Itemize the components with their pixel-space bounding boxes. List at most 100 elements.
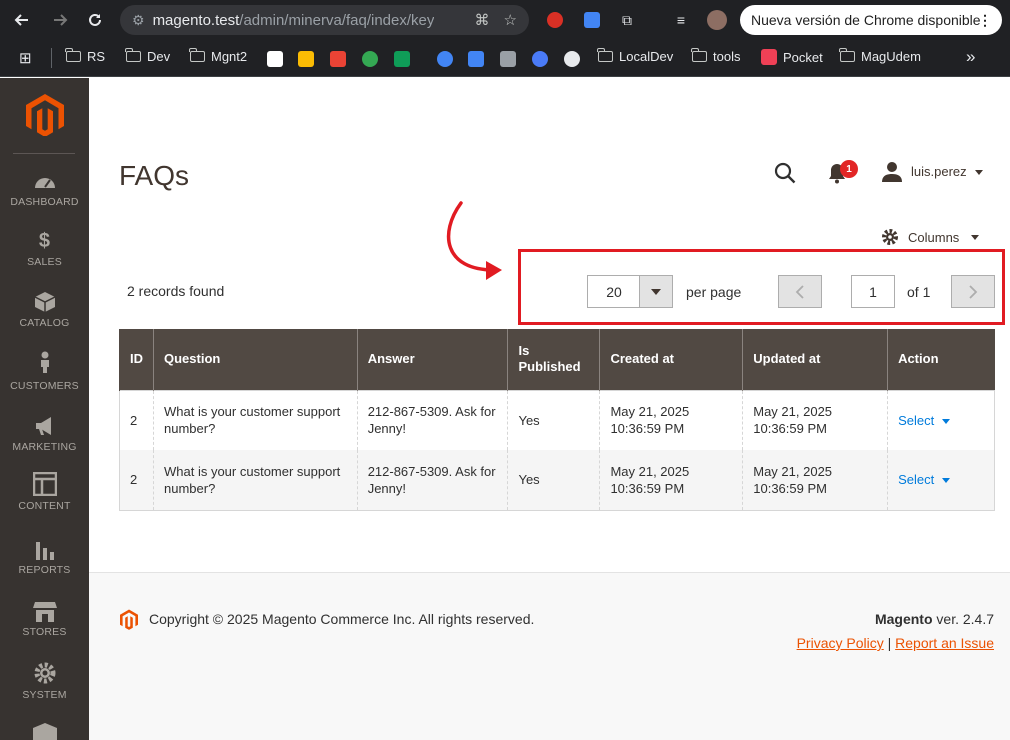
bookmark-divider — [51, 48, 52, 68]
column-header-created-at[interactable]: Created at — [599, 329, 743, 390]
url-host: magento.test — [152, 11, 240, 29]
columns-dropdown[interactable]: Columns — [881, 228, 980, 246]
star-bookmark-icon[interactable] — [532, 51, 548, 67]
translate-bookmark-icon[interactable] — [468, 51, 484, 67]
extension-translate-icon[interactable] — [581, 9, 603, 31]
back-button[interactable] — [8, 6, 36, 34]
column-header-answer[interactable]: Answer — [356, 329, 508, 390]
cell-question: What is your customer support number? — [153, 450, 358, 510]
gear-icon — [882, 229, 898, 245]
more-menu-icon[interactable]: ⋮ — [978, 12, 992, 29]
extensions-puzzle-icon[interactable]: ⧉ — [616, 9, 638, 31]
cell-id: 2 — [119, 450, 154, 510]
bookmark-localdev[interactable]: LocalDev — [597, 48, 673, 64]
sidebar-item-customers[interactable]: CUSTOMERS — [0, 348, 89, 392]
tools-bookmark-icon[interactable] — [500, 51, 516, 67]
back-arrow-icon — [14, 14, 28, 26]
sidebar-item-reports[interactable]: REPORTS — [0, 538, 89, 576]
bookmark-magudem[interactable]: MagUdem — [839, 48, 921, 64]
media-controls-icon[interactable]: ≡ — [670, 9, 692, 31]
gmail-icon[interactable] — [330, 51, 346, 67]
folder-icon — [125, 48, 141, 62]
table-row[interactable]: 2 What is your customer support number? … — [119, 390, 995, 450]
link-separator: | — [883, 635, 896, 651]
column-header-updated-at[interactable]: Updated at — [742, 329, 888, 390]
drive-icon[interactable] — [394, 51, 410, 67]
magento-logo-icon[interactable] — [26, 94, 64, 136]
google-icon[interactable] — [437, 51, 453, 67]
sidebar-item-sales[interactable]: $ SALES — [0, 230, 89, 268]
cell-action: Select — [887, 390, 995, 450]
column-header-id[interactable]: ID — [119, 329, 154, 390]
keep-icon[interactable] — [298, 51, 314, 67]
row-action-select[interactable]: Select — [898, 413, 951, 428]
forward-button[interactable] — [46, 6, 74, 34]
address-bar[interactable]: ⚙ magento.test/admin/minerva/faq/index/k… — [120, 5, 529, 35]
bookmark-pocket[interactable]: Pocket — [761, 49, 823, 65]
version-info: Magento ver. 2.4.7 — [875, 611, 994, 627]
photos-icon[interactable] — [362, 51, 378, 67]
chevron-down-icon — [942, 418, 951, 424]
sidebar-item-content[interactable]: CONTENT — [0, 472, 89, 512]
version-number: ver. 2.4.7 — [932, 611, 994, 627]
translate-icon[interactable]: ⌘ — [475, 11, 490, 29]
user-menu[interactable]: luis.perez — [911, 164, 983, 179]
sidebar-item-catalog[interactable]: CATALOG — [0, 291, 89, 329]
sidebar-item-dashboard[interactable]: DASHBOARD — [0, 170, 89, 208]
bookmark-mgnt2[interactable]: Mgnt2 — [189, 48, 247, 64]
cell-answer: 212-867-5309. Ask for Jenny! — [356, 450, 508, 510]
bookmark-rs[interactable]: RS — [65, 48, 105, 64]
sidebar-item-marketing[interactable]: MARKETING — [0, 415, 89, 453]
folder-icon — [691, 48, 707, 62]
table-row[interactable]: 2 What is your customer support number? … — [119, 450, 995, 510]
user-icon[interactable] — [882, 162, 902, 182]
page-title: FAQs — [119, 160, 190, 191]
bookmark-star-icon[interactable]: ☆ — [504, 11, 517, 29]
search-icon[interactable] — [774, 162, 796, 184]
cell-question: What is your customer support number? — [153, 390, 358, 450]
reload-button[interactable] — [81, 6, 109, 34]
bookmark-tools[interactable]: tools — [691, 48, 740, 64]
sidebar-item-system[interactable]: SYSTEM — [0, 661, 89, 701]
cell-answer: 212-867-5309. Ask for Jenny! — [356, 390, 508, 450]
privacy-policy-link[interactable]: Privacy Policy — [797, 635, 884, 651]
chevron-down-icon — [942, 478, 951, 484]
footer-links: Privacy Policy | Report an Issue — [797, 635, 994, 651]
notifications-count-badge[interactable]: 1 — [840, 160, 858, 178]
openai-icon[interactable] — [564, 51, 580, 67]
copyright-text: Copyright © 2025 Magento Commerce Inc. A… — [149, 611, 535, 627]
bar-chart-icon — [35, 542, 54, 560]
cell-published: Yes — [507, 450, 600, 510]
cell-created: May 21, 2025 10:36:59 PM — [599, 390, 743, 450]
store-icon — [32, 602, 57, 622]
bookmarks-bar: ⊞ RS Dev Mgnt2 LocalDev tools Pocket Mag… — [0, 40, 1010, 77]
sidebar-item-stores[interactable]: STORES — [0, 600, 89, 638]
report-issue-link[interactable]: Report an Issue — [895, 635, 994, 651]
reload-icon — [89, 13, 101, 26]
dashboard-icon — [34, 178, 55, 188]
apps-grid-icon[interactable]: ⊞ — [19, 49, 32, 67]
row-action-select[interactable]: Select — [898, 472, 951, 487]
admin-sidebar: DASHBOARD $ SALES CATALOG CUSTOMERS MARK… — [0, 78, 89, 740]
brand-name: Magento — [874, 611, 933, 627]
find-partners-icon[interactable] — [33, 723, 57, 740]
layout-icon — [32, 472, 57, 496]
extension-red-icon[interactable] — [544, 9, 566, 31]
bookmarks-overflow-icon[interactable]: » — [966, 47, 975, 67]
profile-avatar[interactable] — [706, 9, 728, 31]
column-header-is-published[interactable]: Is Published — [507, 329, 600, 390]
columns-label: Columns — [908, 229, 960, 245]
site-settings-icon[interactable]: ⚙ — [132, 12, 145, 29]
notion-icon[interactable] — [267, 51, 283, 67]
bookmark-dev[interactable]: Dev — [125, 48, 170, 64]
column-header-action: Action — [887, 329, 995, 390]
box-icon — [34, 292, 55, 312]
annotation-arrow — [446, 201, 502, 280]
column-header-question[interactable]: Question — [153, 329, 358, 390]
dollar-icon: $ — [38, 230, 51, 252]
folder-icon — [189, 48, 205, 62]
page-footer: Copyright © 2025 Magento Commerce Inc. A… — [89, 572, 1010, 740]
update-text: Nueva versión de Chrome disponible — [751, 12, 981, 28]
chrome-update-button[interactable]: Nueva versión de Chrome disponible ⋮ — [740, 5, 1002, 35]
magento-logo-icon — [120, 609, 138, 630]
